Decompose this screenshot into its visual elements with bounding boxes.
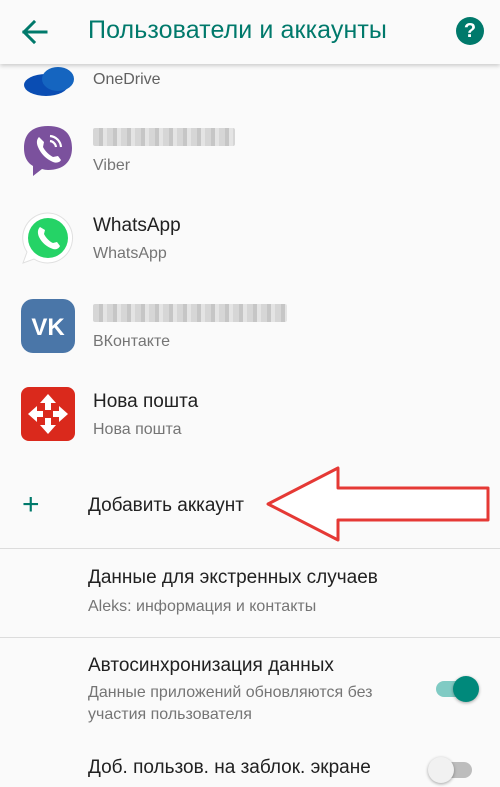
plus-icon: +: [22, 488, 40, 521]
arrow-left-icon[interactable]: [18, 17, 50, 47]
blurred-account-name: [93, 128, 235, 146]
toggle-knob: [428, 757, 454, 783]
lockscreen-users-setting[interactable]: Доб. пользов. на заблок. экране: [0, 740, 500, 787]
app-bar: Пользователи и аккаунты ?: [0, 0, 500, 64]
account-item-whatsapp[interactable]: WhatsApp WhatsApp: [0, 196, 500, 284]
autosync-toggle[interactable]: [436, 676, 479, 702]
account-item-vk[interactable]: VK ВКонтакте: [0, 284, 500, 372]
help-circle-icon[interactable]: ?: [456, 17, 484, 45]
emergency-info-setting[interactable]: Данные для экстренных случаев Aleks: инф…: [0, 549, 500, 637]
nova-poshta-icon: [21, 387, 75, 441]
autosync-setting[interactable]: Автосинхронизация данных Данные приложен…: [0, 638, 500, 738]
toggle-knob: [453, 676, 479, 702]
autosync-sub: Данные приложений обновляются без участи…: [88, 684, 373, 723]
lockscreen-users-title: Доб. пользов. на заблок. экране: [88, 757, 371, 778]
account-sub-nova-poshta: Нова пошта: [93, 421, 182, 438]
vk-icon: VK: [21, 299, 75, 353]
add-account-label: Добавить аккаунт: [88, 495, 244, 516]
account-title-whatsapp: WhatsApp: [93, 215, 181, 236]
blurred-account-name: [93, 304, 287, 322]
annotation-arrow: [266, 466, 490, 542]
account-title-nova-poshta: Нова пошта: [93, 391, 199, 412]
page-title: Пользователи и аккаунты: [88, 16, 388, 44]
emergency-sub: Aleks: информация и контакты: [88, 598, 317, 615]
account-sub-whatsapp: WhatsApp: [93, 245, 167, 262]
emergency-title: Данные для экстренных случаев: [88, 567, 378, 588]
viber-icon: [24, 126, 72, 176]
svg-text:VK: VK: [31, 314, 65, 341]
autosync-title: Автосинхронизация данных: [88, 655, 334, 676]
account-item-nova-poshta[interactable]: Нова пошта Нова пошта: [0, 372, 500, 460]
account-sub-vk: ВКонтакте: [93, 333, 170, 350]
account-sub-viber: Viber: [93, 157, 131, 174]
lockscreen-users-toggle[interactable]: [428, 757, 472, 783]
account-sub-onedrive: OneDrive: [93, 71, 161, 88]
account-item-viber[interactable]: Viber: [0, 108, 500, 196]
account-list: OneDrive Viber WhatsApp WhatsApp VK ВКон…: [0, 0, 500, 787]
whatsapp-icon: [22, 212, 74, 264]
